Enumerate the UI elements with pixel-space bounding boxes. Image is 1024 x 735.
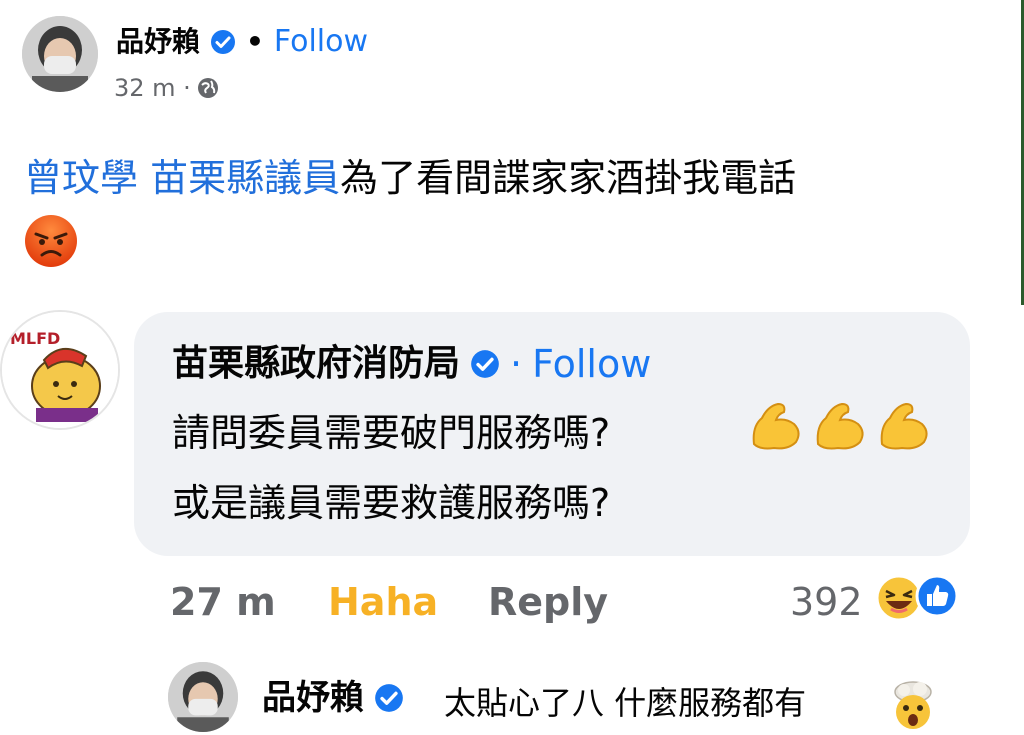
reply-author-name[interactable]: 品妤賴: [262, 676, 364, 720]
reply-button[interactable]: Reply: [488, 576, 608, 628]
comment-author-avatar[interactable]: MLFD: [0, 310, 120, 430]
post-body: 曾玟學 苗栗縣議員為了看間諜家家酒掛我電話: [24, 150, 1004, 206]
post-author-name[interactable]: 品妤賴: [116, 24, 200, 60]
post-author-avatar[interactable]: [22, 16, 98, 92]
angry-face-icon: [25, 215, 77, 267]
post-meta: 32 m ·: [114, 74, 219, 102]
verified-badge-icon: [471, 350, 499, 378]
comment-author-name[interactable]: 苗栗縣政府消防局: [172, 340, 460, 388]
reaction-icons[interactable]: [874, 573, 960, 623]
comment-timestamp[interactable]: 27 m: [170, 576, 276, 628]
tag-link-1[interactable]: 曾玟學: [24, 156, 138, 200]
separator-dot: •: [246, 25, 264, 58]
reaction-count[interactable]: 392: [790, 576, 863, 628]
post-text: 為了看間諜家家酒掛我電話: [340, 156, 797, 200]
reply-text: 太貼心了八 什麼服務都有: [444, 684, 807, 722]
verified-badge-icon: [375, 684, 403, 712]
haha-reaction-button[interactable]: Haha: [328, 576, 438, 628]
like-icon: [915, 574, 959, 618]
post-timestamp[interactable]: 32 m ·: [114, 74, 191, 102]
flexed-biceps-icon: [752, 402, 800, 450]
avatar-text: MLFD: [10, 329, 60, 348]
post-author-row: 品妤賴 • Follow: [116, 24, 368, 60]
follow-button[interactable]: Follow: [274, 24, 368, 60]
comment-author-row: 苗栗縣政府消防局 · Follow: [172, 340, 651, 388]
reply-author-avatar[interactable]: [168, 662, 238, 732]
comment-text-line-2: 或是議員需要救護服務嗎?: [172, 481, 611, 525]
muscle-emoji-group: [748, 396, 934, 454]
comment-follow-button[interactable]: Follow: [532, 340, 651, 388]
verified-badge-icon: [211, 30, 236, 54]
tag-link-2[interactable]: 苗栗縣議員: [150, 156, 340, 200]
globe-icon: [197, 78, 218, 98]
reply-author-row: 品妤賴: [262, 676, 404, 720]
exploding-head-icon: [894, 681, 932, 729]
comment-text-line-1: 請問委員需要破門服務嗎?: [172, 411, 611, 455]
flexed-biceps-icon: [880, 402, 928, 450]
flexed-biceps-icon: [816, 402, 864, 450]
comment-follow-separator: ·: [510, 342, 523, 386]
